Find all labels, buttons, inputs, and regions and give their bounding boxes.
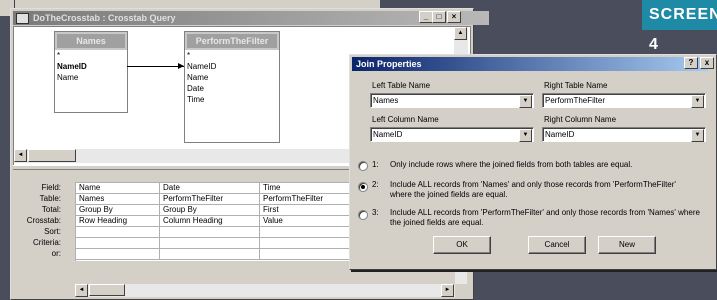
- join-line[interactable]: [127, 66, 184, 67]
- chevron-down-icon[interactable]: ▼: [691, 129, 704, 142]
- ok-button[interactable]: OK: [433, 236, 491, 254]
- dialog-titlebar[interactable]: Join Properties: [352, 57, 708, 71]
- table-box-performthefilter[interactable]: PerformTheFilter * NameID Name Date Time: [184, 31, 280, 143]
- table-title: PerformTheFilter: [185, 32, 279, 50]
- join-option-1-number: 1:: [372, 160, 379, 169]
- grid-cell[interactable]: Group By: [76, 205, 160, 216]
- left-column-label: Left Column Name: [372, 115, 439, 124]
- scroll-left-icon[interactable]: ◄: [75, 284, 88, 297]
- grid-cell[interactable]: [160, 227, 260, 238]
- grid-cell[interactable]: Column Heading: [160, 216, 260, 227]
- grid-cell[interactable]: PerformTheFilter: [260, 194, 360, 205]
- grid-cell[interactable]: [76, 249, 160, 260]
- row-label: or:: [51, 249, 61, 258]
- grid-row-labels: Field: Table: Total: Crosstab: Sort: Cri…: [13, 182, 69, 259]
- chevron-down-icon[interactable]: ▼: [519, 95, 532, 108]
- grid-column: Time PerformTheFilter First Value: [260, 183, 360, 261]
- query-window-title: DoTheCrosstab : Crosstab Query: [33, 13, 176, 23]
- scroll-up-icon[interactable]: ▲: [454, 27, 467, 40]
- row-label: Field:: [41, 183, 61, 192]
- join-option-3-number: 3:: [372, 208, 379, 217]
- field-item[interactable]: Name: [55, 72, 127, 83]
- scroll-thumb[interactable]: [89, 284, 125, 296]
- grid-cell[interactable]: Time: [260, 183, 360, 194]
- scroll-left-icon[interactable]: ◄: [14, 149, 27, 162]
- field-item[interactable]: NameID: [55, 61, 127, 72]
- field-item[interactable]: NameID: [185, 61, 279, 72]
- grid-cell[interactable]: [160, 249, 260, 260]
- grid-cell[interactable]: Group By: [160, 205, 260, 216]
- field-item[interactable]: *: [185, 50, 279, 61]
- join-option-3-text[interactable]: Include ALL records from 'PerformTheFilt…: [390, 208, 710, 228]
- right-table-label: Right Table Name: [544, 81, 608, 90]
- join-option-1-text[interactable]: Only include rows where the joined field…: [390, 160, 708, 170]
- left-column-value: NameID: [373, 130, 403, 139]
- row-label: Total:: [41, 205, 61, 214]
- screen-badge: SCREEN 4: [642, 0, 717, 53]
- query-icon: [16, 13, 29, 24]
- grid-column: Date PerformTheFilter Group By Column He…: [160, 183, 260, 261]
- field-item[interactable]: Name: [185, 72, 279, 83]
- right-column-select[interactable]: NameID ▼: [542, 127, 706, 142]
- join-option-2-text[interactable]: Include ALL records from 'Names' and onl…: [390, 180, 690, 200]
- join-option-3-radio[interactable]: [358, 210, 368, 220]
- grid-hscroll[interactable]: ◄ ►: [75, 284, 455, 297]
- grid-cell[interactable]: [260, 227, 360, 238]
- cancel-button[interactable]: Cancel: [528, 236, 586, 254]
- row-label: Criteria:: [32, 238, 61, 247]
- grid-cell[interactable]: Value: [260, 216, 360, 227]
- grid-cell[interactable]: Names: [76, 194, 160, 205]
- query-window-titlebar[interactable]: DoTheCrosstab : Crosstab Query: [13, 11, 489, 25]
- left-table-label: Left Table Name: [372, 81, 431, 90]
- maximize-button[interactable]: □: [432, 11, 446, 23]
- grid-cell[interactable]: Date: [160, 183, 260, 194]
- scroll-right-icon[interactable]: ►: [441, 284, 454, 297]
- help-button[interactable]: ?: [684, 57, 698, 69]
- grid-cell[interactable]: [260, 249, 360, 260]
- scroll-thumb[interactable]: [28, 149, 76, 162]
- new-button[interactable]: New: [598, 236, 656, 254]
- row-label: Crosstab:: [26, 216, 61, 225]
- close-button[interactable]: ×: [447, 11, 461, 23]
- right-column-label: Right Column Name: [544, 115, 617, 124]
- field-item[interactable]: Date: [185, 83, 279, 94]
- grid-cell[interactable]: [76, 238, 160, 249]
- join-arrow-icon: [178, 63, 184, 69]
- row-label: Table:: [39, 194, 61, 203]
- grid-cell[interactable]: [260, 238, 360, 249]
- table-box-names[interactable]: Names * NameID Name: [54, 31, 128, 113]
- left-table-value: Names: [373, 96, 399, 105]
- left-table-select[interactable]: Names ▼: [370, 93, 534, 108]
- grid-cell[interactable]: PerformTheFilter: [160, 194, 260, 205]
- grid-cell[interactable]: Row Heading: [76, 216, 160, 227]
- chevron-down-icon[interactable]: ▼: [519, 129, 532, 142]
- join-option-2-number: 2:: [372, 180, 379, 189]
- grid-column: Name Names Group By Row Heading: [76, 183, 160, 261]
- grid-cell[interactable]: [160, 238, 260, 249]
- right-table-select[interactable]: PerformTheFilter ▼: [542, 93, 706, 108]
- table-title: Names: [55, 32, 127, 50]
- chevron-down-icon[interactable]: ▼: [691, 95, 704, 108]
- field-item[interactable]: Time: [185, 94, 279, 105]
- grid-cell[interactable]: First: [260, 205, 360, 216]
- join-option-2-radio[interactable]: [358, 182, 368, 192]
- minimize-button[interactable]: _: [419, 11, 433, 23]
- grid-cell[interactable]: [76, 227, 160, 238]
- right-table-value: PerformTheFilter: [545, 96, 606, 105]
- join-option-1-radio[interactable]: [358, 161, 368, 171]
- field-item[interactable]: *: [55, 50, 127, 61]
- right-column-value: NameID: [545, 130, 575, 139]
- close-button[interactable]: x: [700, 57, 714, 69]
- row-label: Sort:: [44, 227, 61, 236]
- grid-cell[interactable]: Name: [76, 183, 160, 194]
- left-column-select[interactable]: NameID ▼: [370, 127, 534, 142]
- join-properties-dialog: Join Properties ? x Left Table Name Righ…: [349, 54, 717, 270]
